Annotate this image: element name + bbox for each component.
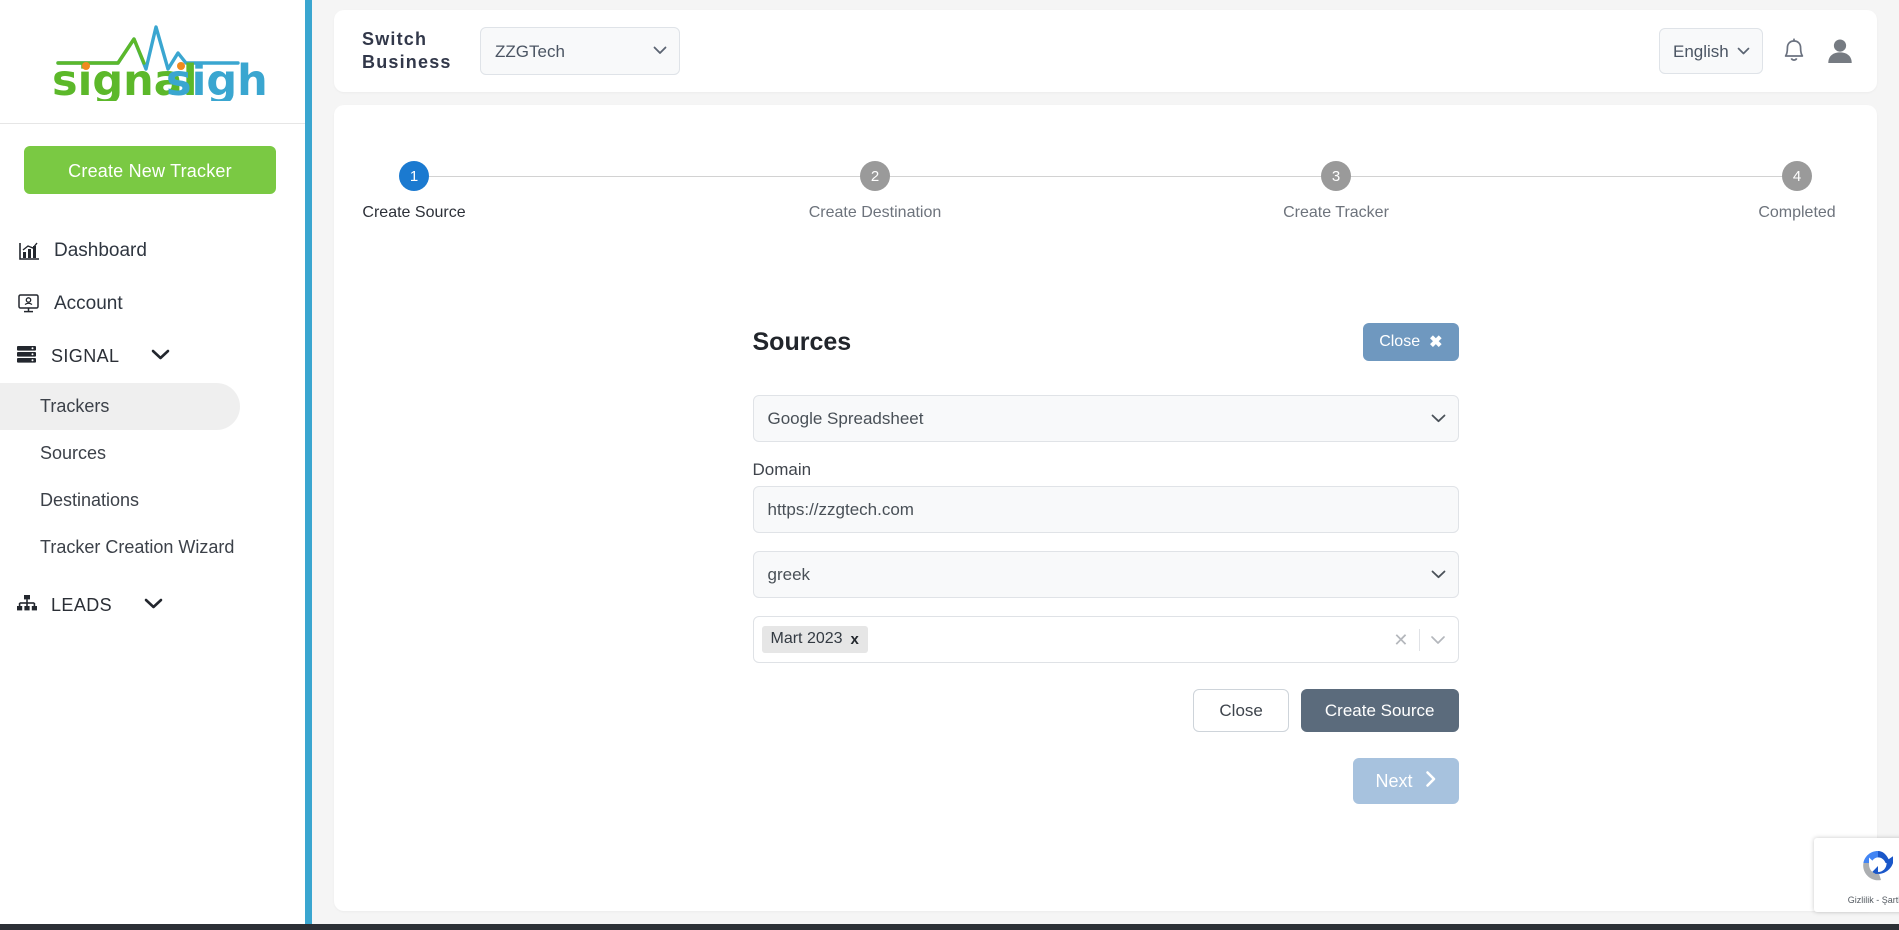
wizard-stepper: 1 Create Source 2 Create Destination 3 C… — [334, 105, 1877, 221]
step-1-circle: 1 — [399, 161, 429, 191]
source-language-select[interactable]: greek — [752, 551, 1459, 598]
sidebar-item-account[interactable]: Account — [0, 277, 305, 330]
server-icon — [16, 344, 38, 369]
sitemap-icon — [16, 593, 38, 618]
sources-panel: Sources Close ✖ Google Spreadsheet Domai… — [752, 191, 1459, 804]
topbar-right: English — [1659, 28, 1855, 74]
create-tracker-container: Create New Tracker — [0, 124, 305, 206]
chart-bar-icon — [16, 238, 41, 263]
switch-business-label-line2: Business — [362, 52, 452, 72]
chevron-down-icon-signal[interactable] — [150, 348, 171, 366]
app-root: signal sight Create New Tracker — [0, 0, 1899, 930]
business-select-wrap: ZZGTech — [462, 27, 680, 75]
source-language-select-wrap: greek — [752, 551, 1459, 598]
switch-business-label-line1: Switch — [362, 29, 428, 49]
x-icon[interactable]: x — [851, 631, 859, 648]
sidebar-item-destinations[interactable]: Destinations — [0, 477, 240, 524]
sidebar: signal sight Create New Tracker — [0, 0, 305, 930]
sidebar-item-label-account: Account — [54, 292, 123, 314]
step-3-circle: 3 — [1321, 161, 1351, 191]
step-1-label: Create Source — [362, 204, 466, 221]
source-type-field: Google Spreadsheet — [752, 395, 1459, 442]
sidebar-item-label-tracker-creation-wizard: Tracker Creation Wizard — [40, 537, 235, 557]
next-row: Next — [753, 758, 1459, 804]
business-select[interactable]: ZZGTech — [480, 27, 680, 75]
sidebar-group-signal[interactable]: SIGNAL — [0, 330, 305, 383]
sidebar-group-label-signal: SIGNAL — [51, 346, 120, 366]
sidebar-item-sources[interactable]: Sources — [0, 430, 240, 477]
stepper-row: 1 Create Source 2 Create Destination 3 C… — [362, 161, 1836, 221]
domain-input[interactable] — [752, 486, 1459, 533]
user-avatar-icon[interactable] — [1825, 36, 1855, 66]
sidebar-item-tracker-creation-wizard[interactable]: Tracker Creation Wizard — [0, 524, 240, 571]
signalsight-logo-icon: signal sight — [52, 24, 268, 101]
bottom-strip — [0, 924, 1899, 930]
sidebar-item-dashboard[interactable]: Dashboard — [0, 224, 305, 277]
page-title: Sources — [752, 327, 852, 356]
wizard-card: 1 Create Source 2 Create Destination 3 C… — [334, 105, 1877, 911]
sidebar-item-label-sources: Sources — [40, 443, 107, 463]
chevron-down-icon-period[interactable] — [1430, 635, 1446, 645]
sidebar-nav: Dashboard Account SIGNAL Trackers Source… — [0, 206, 305, 632]
recaptcha-icon — [1857, 845, 1899, 892]
period-multiselect-field: Mart 2023 x ✕ — [752, 616, 1459, 663]
next-button-label: Next — [1375, 770, 1413, 791]
domain-field: Domain — [752, 460, 1459, 533]
stepper-connector-1 — [414, 175, 875, 177]
recaptcha-text: Gizlilik - Şartlar — [1847, 895, 1899, 905]
period-chip-label: Mart 2023 — [770, 630, 843, 647]
sidebar-item-label-trackers: Trackers — [40, 396, 110, 416]
sidebar-item-trackers[interactable]: Trackers — [0, 383, 240, 430]
source-type-select-wrap: Google Spreadsheet — [752, 395, 1459, 442]
bell-icon[interactable] — [1781, 37, 1807, 65]
recaptcha-badge[interactable]: Gizlilik - Şartlar — [1814, 838, 1899, 912]
source-type-select[interactable]: Google Spreadsheet — [752, 395, 1459, 442]
language-select-wrap: English — [1659, 28, 1763, 74]
chevron-down-icon-leads[interactable] — [143, 597, 164, 615]
sidebar-group-label-leads: LEADS — [51, 595, 113, 615]
brand-logo[interactable]: signal sight — [0, 0, 305, 124]
panel-close-button-label: Close — [1379, 333, 1421, 350]
multiselect-controls: ✕ — [1393, 628, 1449, 651]
footer-close-button[interactable]: Close — [1193, 689, 1289, 732]
domain-label: Domain — [752, 460, 812, 479]
multiselect-separator — [1418, 628, 1420, 651]
panel-close-button[interactable]: Close ✖ — [1363, 323, 1459, 361]
period-multiselect[interactable]: Mart 2023 x ✕ — [752, 616, 1459, 663]
sidebar-item-label-dashboard: Dashboard — [54, 239, 147, 261]
sidebar-item-label-destinations: Destinations — [40, 490, 140, 510]
monitor-user-icon — [16, 291, 41, 316]
sources-panel-header: Sources Close ✖ — [753, 323, 1459, 361]
clear-x-icon[interactable]: ✕ — [1393, 631, 1408, 649]
sidebar-group-leads[interactable]: LEADS — [0, 579, 305, 632]
switch-business-label: Switch Business — [362, 28, 462, 74]
language-select[interactable]: English — [1659, 28, 1763, 74]
step-2-circle: 2 — [860, 161, 890, 191]
close-x-icon: ✖ — [1429, 334, 1443, 351]
create-source-button[interactable]: Create Source — [1300, 689, 1459, 732]
chevron-right-icon — [1425, 770, 1437, 793]
period-chip: Mart 2023 x — [761, 626, 868, 653]
source-language-field: greek — [752, 551, 1459, 598]
step-4-label: Completed — [1758, 204, 1836, 221]
stepper-connector-2 — [875, 175, 1336, 177]
step-4-circle: 4 — [1782, 161, 1812, 191]
stepper-connector-3 — [1336, 175, 1797, 177]
step-2-label: Create Destination — [808, 204, 942, 221]
next-button[interactable]: Next — [1353, 758, 1459, 804]
step-3-label: Create Tracker — [1283, 204, 1389, 221]
sidebar-divider — [305, 0, 312, 930]
panel-actions: Close Create Source — [753, 689, 1459, 732]
create-new-tracker-button[interactable]: Create New Tracker — [24, 146, 276, 194]
main-content: Switch Business ZZGTech English 1 Create… — [312, 0, 1899, 930]
topbar: Switch Business ZZGTech English — [334, 10, 1877, 92]
